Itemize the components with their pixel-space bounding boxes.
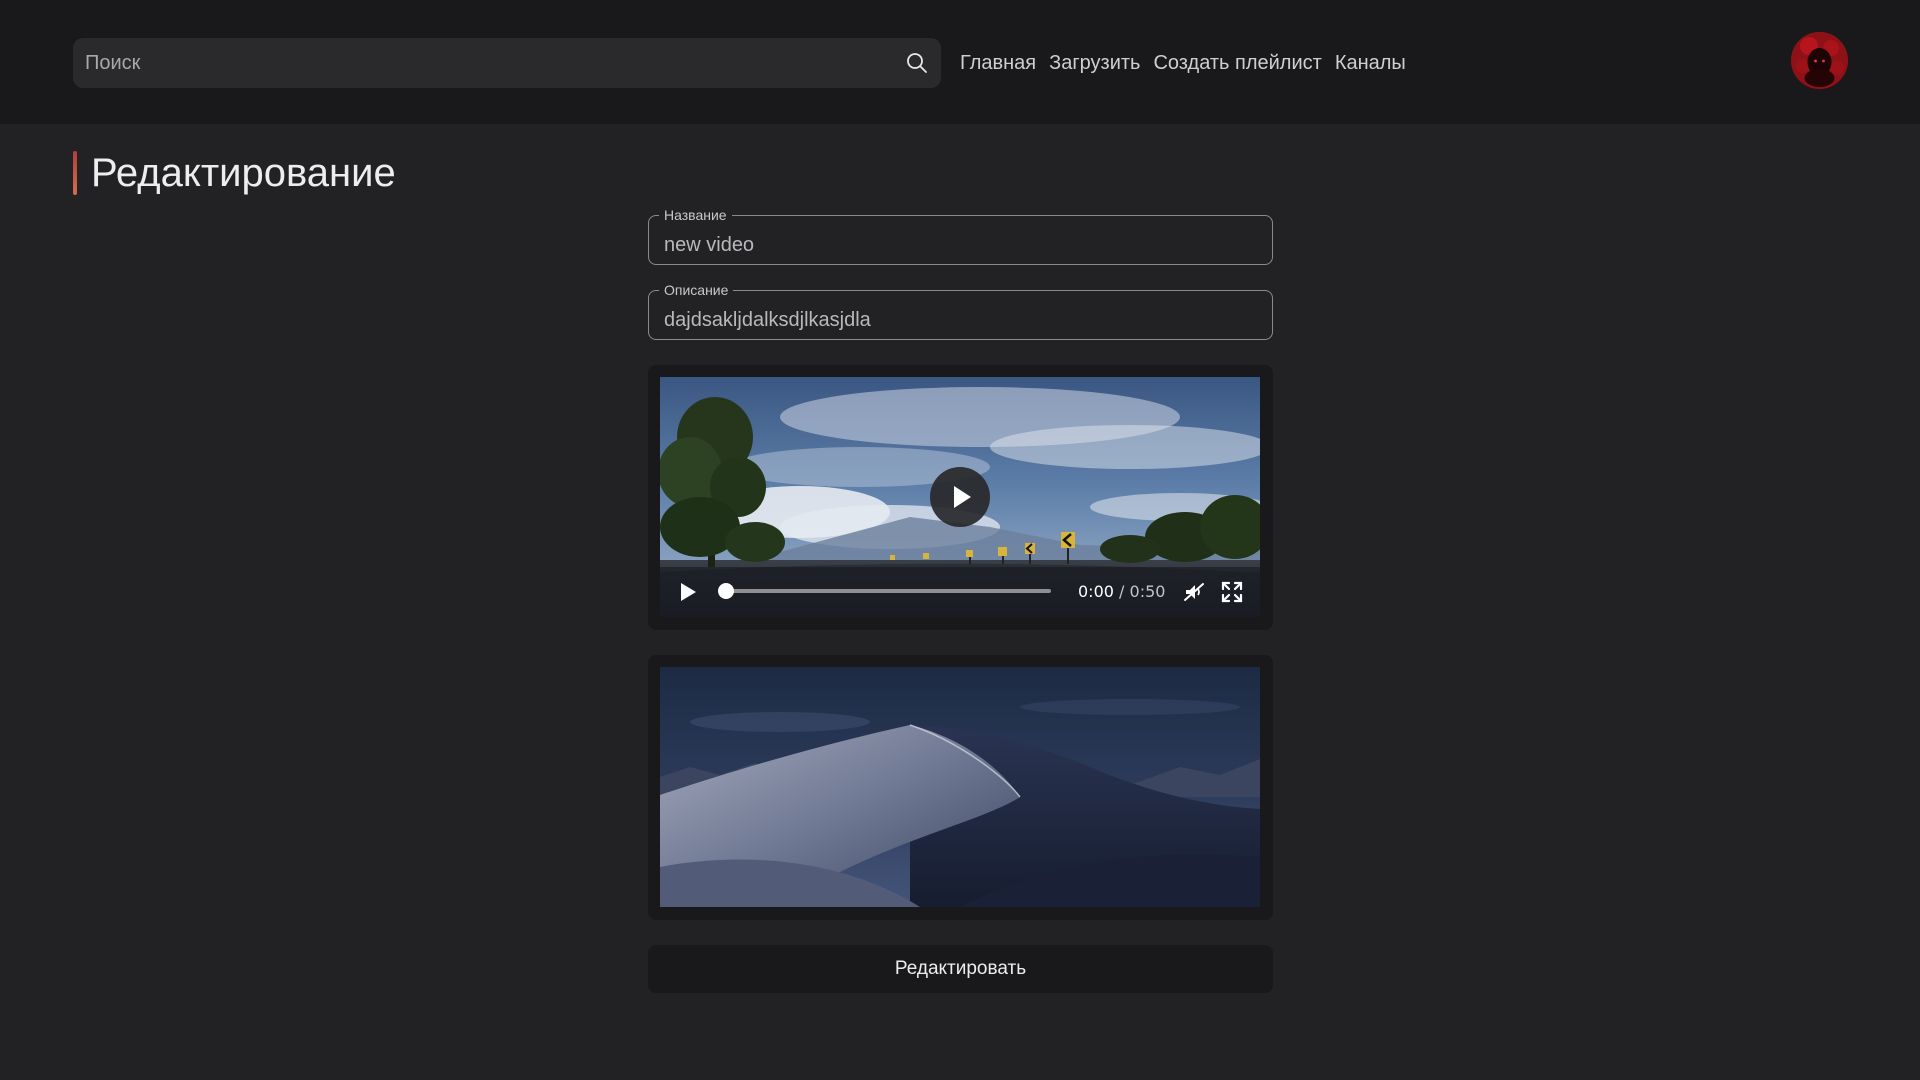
- search-input[interactable]: [73, 38, 941, 88]
- fullscreen-icon[interactable]: [1221, 581, 1243, 603]
- dune-landscape-image: [660, 667, 1260, 907]
- thumbnail-preview[interactable]: [660, 667, 1260, 907]
- nav-upload-link[interactable]: Загрузить: [1049, 50, 1140, 76]
- video-progress-bar[interactable]: [718, 583, 1051, 599]
- nav-home-link[interactable]: Главная: [960, 50, 1036, 76]
- play-icon: [954, 486, 971, 508]
- main-nav: Главная Загрузить Создать плейлист Канал…: [960, 50, 1406, 76]
- thumbnail-card: [648, 655, 1273, 920]
- video-time: 0:00 / 0:50: [1078, 581, 1165, 603]
- video-duration: 0:50: [1129, 582, 1166, 601]
- nav-channels-link[interactable]: Каналы: [1335, 50, 1406, 76]
- search-icon[interactable]: [905, 51, 929, 75]
- page-title: Редактирование: [91, 151, 396, 195]
- video-progress-thumb[interactable]: [718, 583, 734, 599]
- name-input[interactable]: [649, 216, 1272, 264]
- top-header: Главная Загрузить Создать плейлист Канал…: [0, 0, 1920, 124]
- video-player-card: 0:00 / 0:50: [648, 365, 1273, 630]
- video-controls: 0:00 / 0:50: [660, 567, 1260, 617]
- search-box: [73, 38, 941, 88]
- edit-submit-button[interactable]: Редактировать: [648, 945, 1273, 993]
- nav-create-playlist-link[interactable]: Создать плейлист: [1153, 50, 1321, 76]
- user-avatar[interactable]: [1791, 32, 1848, 89]
- name-field: Название: [648, 208, 1273, 265]
- description-field: Описание: [648, 283, 1273, 340]
- mute-icon[interactable]: [1182, 580, 1206, 604]
- video-time-separator: /: [1119, 582, 1125, 601]
- center-play-button[interactable]: [930, 467, 990, 527]
- video-current-time: 0:00: [1078, 582, 1114, 601]
- description-input[interactable]: [649, 291, 1272, 339]
- title-accent-bar: [73, 151, 77, 195]
- video-player[interactable]: 0:00 / 0:50: [660, 377, 1260, 617]
- play-icon[interactable]: [678, 581, 698, 603]
- avatar-image-icon: [1791, 32, 1848, 89]
